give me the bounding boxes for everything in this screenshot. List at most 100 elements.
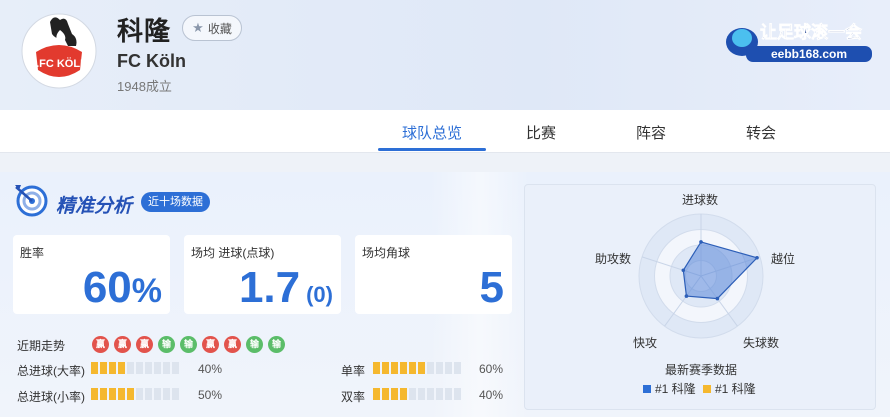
club-logo: 1.FC KÖLN <box>21 13 97 89</box>
legend-swatch-2 <box>703 384 711 393</box>
legend-item-2[interactable]: #1 科隆 <box>703 380 756 397</box>
legend-label-1: #1 科隆 <box>655 382 696 396</box>
stat-even-label: 双率 <box>341 390 366 404</box>
avg-goals-number: 1.7 <box>238 263 301 312</box>
stat-bar-segment <box>100 388 107 400</box>
radar-label-offside: 越位 <box>771 252 796 266</box>
avg-corners-card: 场均角球 5 <box>355 235 512 314</box>
win-rate-value: 60% <box>83 266 162 310</box>
stat-bar-segment <box>373 388 380 400</box>
avg-penalty-number: (0) <box>306 282 333 307</box>
avg-goals-label: 场均 进球(点球) <box>191 246 275 260</box>
stat-bar-segment <box>154 388 161 400</box>
stat-bar-segment <box>127 362 134 374</box>
stat-bar-segment <box>391 388 398 400</box>
recent-matches-badge: 近十场数据 <box>141 192 210 212</box>
star-icon: ★ <box>192 20 204 35</box>
season-radar-chart: 进球数 越位 失球数 快攻 助攻数 最新赛季数据 #1 科隆 #1 科隆 <box>524 184 876 410</box>
stat-bar-segment <box>382 388 389 400</box>
stat-bar-segment <box>427 362 434 374</box>
stat-bar-segment <box>418 362 425 374</box>
avg-goals-value: 1.7 (0) <box>239 266 333 310</box>
stat-under-label: 总进球(小率) <box>17 390 85 404</box>
club-founded: 1948成立 <box>117 79 172 94</box>
avg-goals-card: 场均 进球(点球) 1.7 (0) <box>184 235 341 314</box>
stat-bar-segment <box>145 362 152 374</box>
radar-point <box>755 255 759 260</box>
stat-bar-segment <box>109 362 116 374</box>
active-tab-indicator <box>378 148 486 151</box>
stat-bar-segment <box>382 362 389 374</box>
stat-bar-segment <box>154 362 161 374</box>
stat-bar-segment <box>163 388 170 400</box>
radar-point <box>699 240 703 244</box>
avg-corners-value: 5 <box>479 263 504 312</box>
favorite-button[interactable]: ★ 收藏 <box>182 15 242 41</box>
stat-even-value: 40% <box>479 388 504 402</box>
stat-odd-bar <box>373 362 461 374</box>
stat-bar-segment <box>400 388 407 400</box>
radar-label-goals: 进球数 <box>682 193 719 207</box>
radar-caption: 最新赛季数据 <box>665 363 738 377</box>
radar-label-conceded: 失球数 <box>743 336 780 350</box>
form-result-lose: 输 <box>180 336 197 353</box>
stat-bar-segment <box>454 388 461 400</box>
form-result-win: 赢 <box>136 336 153 353</box>
favorite-label: 收藏 <box>207 21 232 36</box>
stat-bar-segment <box>136 362 143 374</box>
legend-swatch-1 <box>643 384 651 393</box>
stat-odd-label: 单率 <box>341 364 366 378</box>
radar-point <box>715 296 720 301</box>
form-result-lose: 输 <box>158 336 175 353</box>
stat-bar-segment <box>391 362 398 374</box>
target-icon <box>15 185 48 217</box>
stat-bar-segment <box>172 362 179 374</box>
stat-bar-segment <box>145 388 152 400</box>
win-rate-number: 60 <box>82 263 132 312</box>
radar-label-assists: 助攻数 <box>595 252 632 266</box>
stat-bar-segment <box>118 362 125 374</box>
avg-corners-label: 场均角球 <box>362 246 411 260</box>
stat-bar-segment <box>409 388 416 400</box>
form-result-win: 赢 <box>92 336 109 353</box>
stat-even-bar <box>373 388 461 400</box>
recent-form-label: 近期走势 <box>17 339 66 353</box>
stat-over-value: 40% <box>198 362 223 376</box>
stat-bar-segment <box>109 388 116 400</box>
stat-bar-segment <box>445 362 452 374</box>
stat-under-value: 50% <box>198 388 223 402</box>
radar-label-counter: 快攻 <box>633 336 658 350</box>
stat-bar-segment <box>445 388 452 400</box>
tab-matches[interactable]: 比赛 <box>487 122 595 143</box>
site-brand-logo[interactable]: 让足球滚一会 eebb168.com <box>716 14 876 68</box>
form-result-lose: 输 <box>268 336 285 353</box>
stat-bar-segment <box>418 388 425 400</box>
stat-over-bar <box>91 362 179 374</box>
stat-bar-segment <box>436 362 443 374</box>
stat-bar-segment <box>127 388 134 400</box>
stat-bar-segment <box>163 362 170 374</box>
form-result-win: 赢 <box>114 336 131 353</box>
stat-bar-segment <box>91 362 98 374</box>
stat-bar-segment <box>436 388 443 400</box>
radar-point <box>681 268 686 273</box>
stat-bar-segment <box>172 388 179 400</box>
tab-transfers[interactable]: 转会 <box>707 122 815 143</box>
stat-bar-segment <box>100 362 107 374</box>
stat-bar-segment <box>91 388 98 400</box>
stat-bar-segment <box>409 362 416 374</box>
legend-item-1[interactable]: #1 科隆 <box>643 380 696 397</box>
win-rate-label: 胜率 <box>20 246 45 260</box>
stat-bar-segment <box>427 388 434 400</box>
club-name: 科隆 <box>117 16 172 46</box>
win-rate-card: 胜率 60% <box>13 235 170 314</box>
logo-text: 1.FC KÖLN <box>30 57 88 70</box>
radar-point <box>684 294 689 298</box>
tab-overview[interactable]: 球队总览 <box>378 122 486 143</box>
form-result-lose: 输 <box>246 336 263 353</box>
brand-sub-text: eebb168.com <box>771 47 847 61</box>
stat-under-bar <box>91 388 179 400</box>
stat-bar-segment <box>118 388 125 400</box>
tab-squad[interactable]: 阵容 <box>597 122 705 143</box>
team-header: 1.FC KÖLN 科隆 ★ 收藏 FC Köln 1948成立 让足球滚一会 … <box>0 0 890 110</box>
